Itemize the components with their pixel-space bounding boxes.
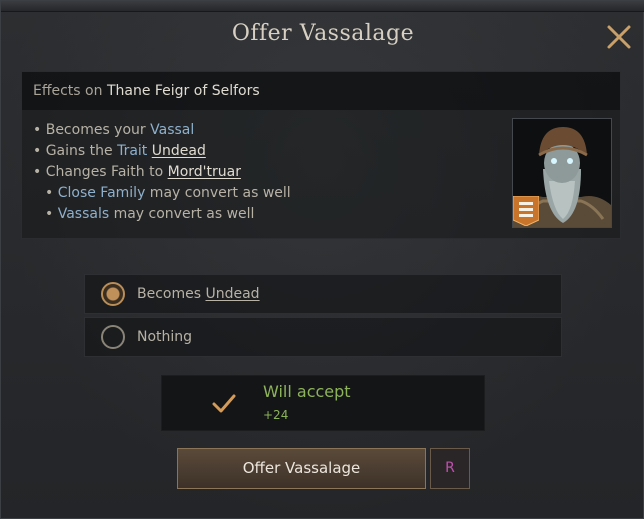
option-label: Becomes Undead xyxy=(137,275,260,313)
effect-line-vassals: • Vassals may convert as well xyxy=(33,204,291,225)
acceptance-box[interactable]: Will accept +24 xyxy=(161,375,485,431)
option-label: Nothing xyxy=(137,318,192,356)
effect-line-family: • Close Family may convert as well xyxy=(33,183,291,204)
options-list: Becomes Undead Nothing xyxy=(84,274,562,360)
offer-vassalage-button[interactable]: Offer Vassalage xyxy=(177,448,426,489)
effects-header-prefix: Effects on xyxy=(33,83,103,99)
effect-text: may convert as well xyxy=(145,185,291,201)
hotkey-badge: R xyxy=(430,448,470,489)
vassal-link[interactable]: Vassal xyxy=(150,122,194,138)
effects-panel: Effects on Thane Feigr of Selfors • Beco… xyxy=(21,71,621,239)
close-button[interactable] xyxy=(605,23,633,51)
faith-link[interactable]: Mord'truar xyxy=(168,164,241,180)
checkmark-icon xyxy=(212,394,236,413)
option-becomes-undead[interactable]: Becomes Undead xyxy=(84,274,562,314)
radio-unselected[interactable] xyxy=(101,325,125,349)
target-character-name[interactable]: Thane Feigr of Selfors xyxy=(107,83,260,99)
window-top-frame xyxy=(1,1,644,12)
effect-text: • xyxy=(45,185,58,201)
acceptance-status: Will accept xyxy=(263,382,351,401)
radio-selected[interactable] xyxy=(101,282,125,306)
close-family-link[interactable]: Close Family xyxy=(58,185,146,201)
effect-text: • xyxy=(45,206,58,222)
vassals-link[interactable]: Vassals xyxy=(58,206,109,222)
effect-line-faith: • Changes Faith to Mord'truar xyxy=(33,162,291,183)
close-icon xyxy=(607,25,631,49)
option-nothing[interactable]: Nothing xyxy=(84,317,562,357)
acceptance-check xyxy=(212,393,236,415)
rank-badge-icon xyxy=(512,195,540,227)
effect-text: • Gains the xyxy=(33,143,118,159)
trait-link[interactable]: Trait xyxy=(117,143,147,159)
effect-text: may convert as well xyxy=(109,206,255,222)
effect-line-trait: • Gains the Trait Undead xyxy=(33,141,291,162)
effects-header: Effects on Thane Feigr of Selfors xyxy=(22,72,620,110)
effect-text: • Changes Faith to xyxy=(33,164,168,180)
effect-text: • Becomes your xyxy=(33,122,151,138)
undead-option-link[interactable]: Undead xyxy=(205,286,259,302)
undead-trait-link[interactable]: Undead xyxy=(152,143,206,159)
effect-line-vassal: • Becomes your Vassal xyxy=(33,120,291,141)
offer-vassalage-window: Offer Vassalage Effects on Thane Feigr o… xyxy=(0,0,644,519)
window-title: Offer Vassalage xyxy=(231,21,415,46)
rank-badge xyxy=(512,195,540,227)
option-prefix: Nothing xyxy=(137,329,193,345)
effects-list: • Becomes your Vassal • Gains the Trait … xyxy=(33,120,291,225)
acceptance-score: +24 xyxy=(263,408,289,422)
option-prefix: Becomes xyxy=(137,286,206,302)
